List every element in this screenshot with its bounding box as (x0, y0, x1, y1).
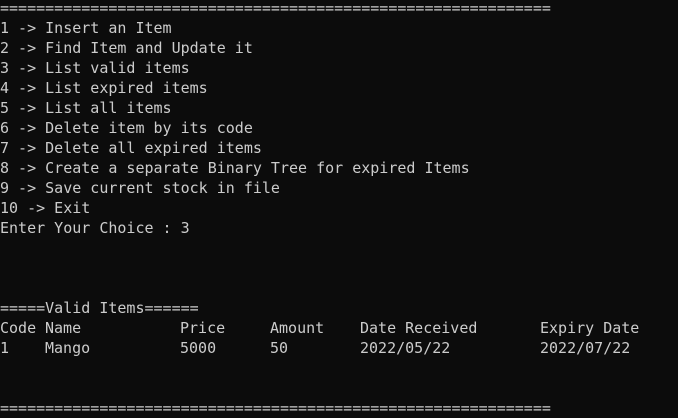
menu-item-2: 2 -> Find Item and Update it (0, 39, 253, 57)
choice-prompt[interactable]: Enter Your Choice : 3 (0, 218, 190, 238)
header-expiry-date: Expiry Date (540, 319, 640, 337)
table-header-row: Code Name Price Amount Date Received Exp… (0, 318, 678, 338)
menu-item-4: 4 -> List expired items (0, 79, 208, 97)
menu-item-7: 7 -> Delete all expired items (0, 139, 262, 157)
top-separator: ========================================… (0, 0, 551, 17)
menu-item-3: 3 -> List valid items (0, 59, 190, 77)
header-amount: Amount (270, 319, 325, 337)
menu-item-1: 1 -> Insert an Item (0, 19, 172, 37)
table-row: 1 Mango 5000 50 2022/05/22 2022/07/22 (0, 338, 678, 358)
menu-item-10: 10 -> Exit (0, 199, 91, 217)
cell-price: 5000 (180, 339, 217, 357)
menu-item-8: 8 -> Create a separate Binary Tree for e… (0, 159, 470, 177)
cell-expiry-date: 2022/07/22 (540, 339, 631, 357)
cell-code: 1 (0, 339, 10, 357)
header-name: Name (45, 319, 82, 337)
cell-amount: 50 (270, 339, 289, 357)
console-window: ========================================… (0, 0, 678, 417)
cell-date-received: 2022/05/22 (360, 339, 451, 357)
menu-item-9: 9 -> Save current stock in file (0, 179, 280, 197)
section-title: =====Valid Items====== (0, 299, 199, 317)
bottom-separator: ========================================… (0, 399, 551, 417)
menu-item-6: 6 -> Delete item by its code (0, 119, 253, 137)
header-code: Code (0, 319, 37, 337)
header-date-received: Date Received (360, 319, 478, 337)
cell-name: Mango (45, 339, 91, 357)
header-price: Price (180, 319, 226, 337)
menu-item-5: 5 -> List all items (0, 99, 172, 117)
